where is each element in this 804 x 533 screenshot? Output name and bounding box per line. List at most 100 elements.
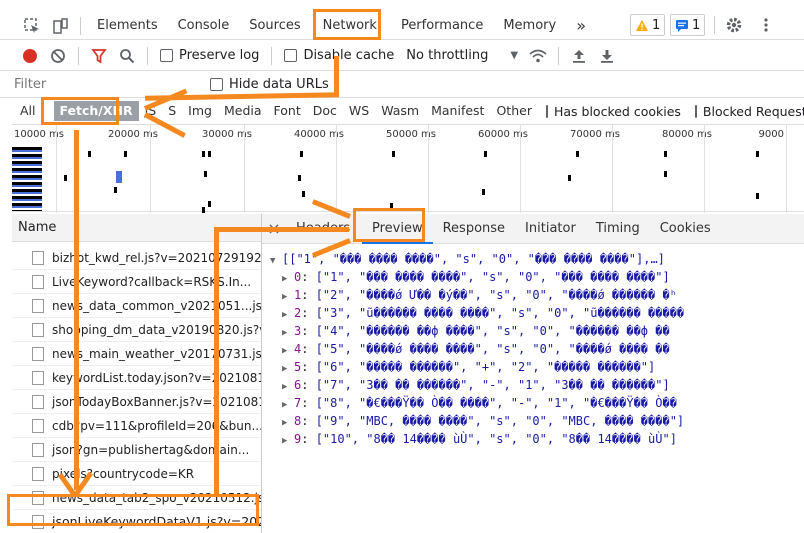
filter-media[interactable]: Media [218,101,268,121]
disable-cache-label: Disable cache [303,48,395,63]
record-icon[interactable] [16,43,44,69]
json-array-row[interactable]: ▶ 0: ["1", "��� ���� ����", "s", "0", "��… [270,268,804,286]
expand-triangle-icon[interactable]: ▶ [282,342,294,358]
tab-memory[interactable]: Memory [493,13,566,39]
json-preview: ▼ [["1", "��� ���� ����", "s", "0", "��� … [262,244,804,448]
json-array-row[interactable]: ▶ 7: ["8", "�€���Ÿ�� Ò�� ����", "-", "1",… [270,394,804,412]
search-icon[interactable] [113,43,141,69]
request-row[interactable]: news_data_tab2_spo_v20210512.js?... [12,486,261,510]
timeline-activity-mark [302,191,305,197]
json-array-row[interactable]: ▶ 8: ["9", "MBC, ���� ����", "s", "0", "M… [270,412,804,430]
disable-cache-checkbox[interactable] [284,49,298,62]
chevron-down-icon[interactable]: ▼ [510,50,518,61]
tab-headers[interactable]: Headers [286,216,362,242]
warnings-badge[interactable]: 1 [630,14,666,36]
filter-img[interactable]: Img [182,101,218,121]
request-row[interactable]: cdb?pv=111&profileId=206&bun... [12,414,261,438]
timeline-overview[interactable]: 10000 ms 20000 ms 30000 ms 40000 ms 50000 ms… [12,124,804,213]
tab-timing[interactable]: Timing [586,216,650,242]
request-row[interactable]: news_main_weather_v20170731.js?... [12,342,261,366]
blocked-cookies-checkbox[interactable] [545,104,548,118]
request-row[interactable]: pixels?countrycode=KR [12,462,261,486]
expand-triangle-icon[interactable]: ▶ [282,378,294,394]
timeline-activity-mark [390,203,393,209]
settings-gear-icon[interactable] [720,12,748,38]
throttling-select[interactable]: No throttling [406,48,488,63]
json-colon: : [301,270,316,284]
preserve-log-checkbox[interactable] [160,49,173,62]
inspect-icon[interactable] [18,13,46,39]
filter-funnel-icon[interactable] [85,43,113,69]
expand-triangle-icon[interactable]: ▶ [282,396,294,412]
request-row[interactable]: jsonTodayBoxBanner.js?v=2021081... [12,390,261,414]
json-colon: : [301,324,316,338]
blocked-requests-checkbox[interactable] [694,104,697,118]
request-row[interactable]: jsonLiveKeywordDataV1.js?v=2021... [12,510,261,533]
expand-triangle-icon[interactable]: ▶ [282,360,294,376]
close-icon[interactable]: × [262,219,286,238]
filter-fetch-xhr[interactable]: Fetch/XHR [53,101,139,121]
tab-preview[interactable]: Preview [362,214,433,244]
name-column-header[interactable]: Name [12,214,261,242]
request-row[interactable]: bizhot_kwd_rel.js?v=202107291923... [12,246,261,270]
tab-console[interactable]: Console [168,13,240,39]
filter-doc[interactable]: Doc [307,101,343,121]
request-row[interactable]: LiveKeyword?callback=RSKS.In... [12,270,261,294]
expand-triangle-icon[interactable]: ▶ [282,432,294,448]
request-row[interactable]: news_data_common_v2021051...js?... [12,294,261,318]
tab-sources[interactable]: Sources [239,13,310,39]
filter-js[interactable]: JS [139,101,163,121]
device-toolbar-icon[interactable] [46,13,74,39]
request-name: pixels?countrycode=KR [52,466,195,481]
import-har-icon[interactable] [565,43,593,69]
timeline-activity-mark [392,151,395,157]
request-name: keywordList.today.json?v=2021081... [52,370,261,385]
json-value: ["10", "8�� 14���� ùÙ", "s", "0", "8�� 1… [315,432,677,446]
json-root[interactable]: ▼ [["1", "��� ���� ����", "s", "0", "��� … [270,250,804,268]
filter-font[interactable]: Font [268,101,307,121]
timeline-gridline [150,125,151,213]
filter-ws[interactable]: WS [343,101,375,121]
request-row[interactable]: shopping_dm_data_v20190820.js?v... [12,318,261,342]
filter-input[interactable] [14,74,194,95]
tab-response[interactable]: Response [433,216,515,242]
json-value: ["9", "MBC, ���� ����", "s", "0", "MBC, … [315,414,685,428]
timeline-gridline [520,125,521,213]
expand-triangle-icon[interactable]: ▶ [282,324,294,340]
expand-triangle-icon[interactable]: ▶ [282,270,294,286]
json-array-row[interactable]: ▶ 1: ["2", "����ǿ Ư�� �ý��", "s", "0", "�… [270,286,804,304]
json-array-row[interactable]: ▶ 9: ["10", "8�� 14���� ùÙ", "s", "0", "8… [270,430,804,448]
filter-css[interactable]: S [162,101,182,121]
filter-all[interactable]: All [14,101,42,121]
filter-manifest[interactable]: Manifest [425,101,490,121]
json-array-row[interactable]: ▶ 6: ["7", "3�� �� ������", "-", "1", "3�… [270,376,804,394]
json-value: ["3", "ũ������ ���� ����", "s", "0", "ũ�… [315,306,685,320]
hide-data-urls-label: Hide data URLs [229,77,329,92]
tab-network[interactable]: Network [313,13,387,39]
filter-wasm[interactable]: Wasm [375,101,425,121]
messages-badge[interactable]: 1 [670,14,706,36]
file-icon [32,322,44,337]
tab-cookies[interactable]: Cookies [650,216,721,242]
tab-initiator[interactable]: Initiator [515,216,586,242]
hide-data-urls-checkbox[interactable] [210,78,223,91]
message-icon [676,19,688,32]
json-array-row[interactable]: ▶ 4: ["5", "����ǿ ���� ����", "s", "0", "… [270,340,804,358]
filter-other[interactable]: Other [490,101,538,121]
json-array-row[interactable]: ▶ 3: ["4", "������ ��ф ����", "s", "0", "… [270,322,804,340]
network-conditions-wifi-icon[interactable] [524,43,552,69]
export-har-icon[interactable] [593,43,621,69]
request-row[interactable]: json?gn=publishertag&domain... [12,438,261,462]
expand-triangle-icon[interactable]: ▶ [282,414,294,430]
json-array-row[interactable]: ▶ 5: ["6", "����� ������", "+", "2", "���… [270,358,804,376]
more-tabs-icon[interactable]: » [566,13,596,39]
request-row[interactable]: keywordList.today.json?v=2021081... [12,366,261,390]
expand-triangle-icon[interactable]: ▶ [282,306,294,322]
tab-elements[interactable]: Elements [87,13,168,39]
kebab-menu-icon[interactable] [752,12,780,38]
timeline-tick-label: 9000 [758,129,784,140]
tab-performance[interactable]: Performance [391,13,493,39]
clear-icon[interactable] [44,43,72,69]
json-array-row[interactable]: ▶ 2: ["3", "ũ������ ���� ����", "s", "0",… [270,304,804,322]
expand-triangle-icon[interactable]: ▶ [282,288,294,304]
